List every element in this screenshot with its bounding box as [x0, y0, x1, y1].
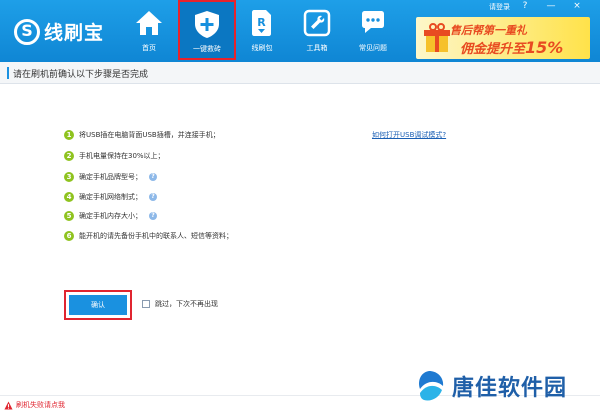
- nav-home-label: 首页: [142, 44, 156, 52]
- top-bar: 线刷宝 首页 一键救砖 R 线刷包 工具箱: [0, 0, 600, 62]
- banner-headline: 售后帮第一重礼: [450, 24, 527, 37]
- skip-option[interactable]: 跳过，下次不再出现: [142, 299, 218, 309]
- svg-text:R: R: [257, 16, 266, 29]
- step-number-badge: 6: [64, 231, 74, 241]
- step-text: 手机电量保持在30%以上；: [79, 152, 165, 160]
- step-text: 确定手机品牌型号；: [79, 173, 142, 181]
- chat-icon: [362, 11, 384, 33]
- step-number-badge: 3: [64, 172, 74, 182]
- step-number-badge: 1: [64, 130, 74, 140]
- nav-one-click-rescue[interactable]: 一键救砖: [178, 0, 236, 60]
- watermark-logo-icon: [419, 371, 444, 401]
- step-item: 5 确定手机内存大小； ?: [64, 210, 157, 222]
- usb-debug-help-link[interactable]: 如何打开USB调试模式?: [372, 130, 446, 140]
- help-icon[interactable]: ?: [519, 1, 531, 11]
- watermark: 唐佳软件园: [412, 369, 567, 403]
- nav-one-click-rescue-label: 一键救砖: [193, 45, 221, 53]
- logo-icon: [14, 18, 40, 45]
- step-number-badge: 4: [64, 192, 74, 202]
- shield-plus-icon: [195, 11, 219, 38]
- step-item: 2 手机电量保持在30%以上；: [64, 150, 165, 162]
- flash-fail-help-text: 刷机失败请点我: [16, 401, 65, 409]
- home-icon: [136, 11, 162, 35]
- step-item: 1 将USB插在电脑背面USB插槽，并连接手机；: [64, 129, 220, 141]
- step-text: 确定手机内存大小；: [79, 212, 142, 220]
- nav-toolbox-label: 工具箱: [306, 44, 328, 52]
- wrench-icon: [303, 9, 331, 37]
- confirm-button[interactable]: 确认: [69, 295, 127, 315]
- step-item: 6 能开机的请先备份手机中的联系人、短信等资料；: [64, 230, 233, 242]
- page-title: 请在刷机前确认以下步骤是否完成: [13, 70, 149, 80]
- step-item: 4 确定手机网络制式； ?: [64, 191, 157, 203]
- nav-home[interactable]: 首页: [121, 0, 177, 60]
- login-link[interactable]: 请登录: [489, 2, 510, 12]
- section-header: 请在刷机前确认以下步骤是否完成: [0, 62, 600, 84]
- banner-subline: 佣金提升至15%: [460, 38, 563, 57]
- nav-rom-package[interactable]: R 线刷包: [234, 0, 290, 60]
- skip-label: 跳过，下次不再出现: [155, 300, 218, 308]
- flash-fail-help-link[interactable]: 刷机失败请点我: [4, 400, 65, 410]
- help-question-icon[interactable]: ?: [149, 193, 157, 201]
- close-icon[interactable]: ×: [571, 1, 583, 11]
- skip-checkbox[interactable]: [142, 300, 150, 308]
- nav-faq-label: 常见问题: [359, 44, 387, 52]
- promo-gift-icon: [424, 23, 450, 52]
- help-question-icon[interactable]: ?: [149, 212, 157, 220]
- minimize-icon[interactable]: —: [545, 1, 557, 11]
- promo-banner[interactable]: 售后帮第一重礼 佣金提升至15%: [416, 17, 590, 59]
- step-number-badge: 5: [64, 211, 74, 221]
- app-name: 线刷宝: [44, 22, 105, 44]
- banner-percentage: 15%: [525, 38, 564, 57]
- warning-icon: [4, 400, 13, 410]
- step-text: 能开机的请先备份手机中的联系人、短信等资料；: [79, 232, 233, 240]
- nav-faq[interactable]: 常见问题: [345, 0, 401, 60]
- header-accent-bar: [7, 67, 9, 79]
- step-number-badge: 2: [64, 151, 74, 161]
- step-item: 3 确定手机品牌型号； ?: [64, 171, 157, 183]
- step-text: 将USB插在电脑背面USB插槽，并连接手机；: [79, 131, 220, 139]
- banner-subline-prefix: 佣金提升至: [460, 42, 526, 57]
- help-question-icon[interactable]: ?: [149, 173, 157, 181]
- step-text: 确定手机网络制式；: [79, 193, 142, 201]
- confirm-highlight: 确认: [64, 290, 132, 320]
- rom-package-icon: R: [252, 10, 271, 36]
- nav-toolbox[interactable]: 工具箱: [289, 0, 345, 60]
- watermark-text: 唐佳软件园: [452, 376, 568, 401]
- nav-rom-package-label: 线刷包: [251, 44, 273, 52]
- app-logo: 线刷宝: [14, 18, 104, 45]
